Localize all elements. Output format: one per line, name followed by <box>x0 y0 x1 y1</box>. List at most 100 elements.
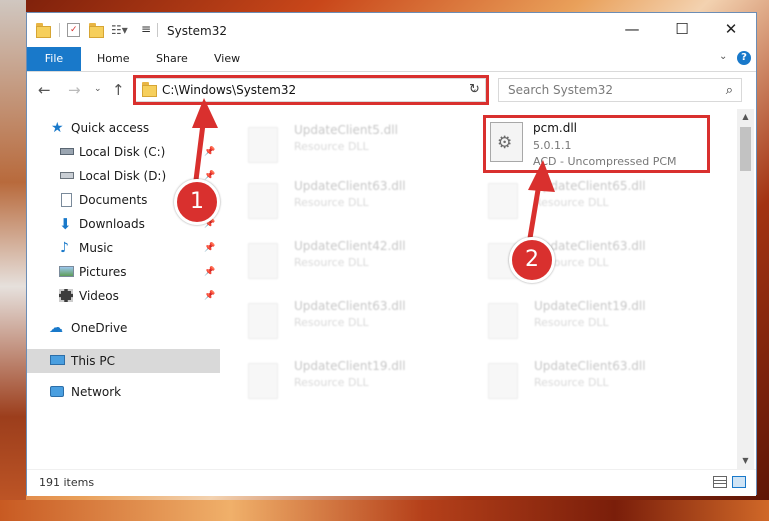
nav-item-local-disk-c[interactable]: Local Disk (C:) 📌 <box>27 141 220 163</box>
list-item[interactable]: UpdateClient63.dll Resource DLL <box>460 235 660 281</box>
scroll-thumb[interactable] <box>740 127 751 171</box>
search-placeholder: Search System32 <box>508 83 614 97</box>
title-bar: ✓ ☷▾ ≡ System32 — ☐ ✕ <box>27 13 756 47</box>
new-folder-icon[interactable] <box>89 23 104 38</box>
drive-icon <box>60 172 74 179</box>
navigation-pane: ★ Quick access Local Disk (C:) 📌 Local D… <box>27 109 220 469</box>
address-row: ← → ⌄ ↑ C:\Windows\System32 ⌄ ↻ Search S… <box>27 72 756 108</box>
nav-item-onedrive[interactable]: ☁ OneDrive <box>27 317 220 339</box>
ribbon-tabs: File Home Share View ⌄ ? <box>27 47 756 72</box>
file-name: UpdateClient65.dll <box>534 179 646 193</box>
file-type: Resource DLL <box>294 140 369 153</box>
nav-item-network[interactable]: Network <box>27 381 220 403</box>
dll-file-icon <box>488 363 518 399</box>
minimize-button[interactable]: — <box>609 13 655 45</box>
step-2-badge: 2 <box>509 237 555 283</box>
nav-label: Music <box>79 241 114 255</box>
tab-share[interactable]: Share <box>156 47 188 71</box>
desktop-background-left <box>0 0 26 521</box>
nav-label: Network <box>71 385 122 399</box>
cloud-icon: ☁ <box>49 320 63 336</box>
nav-label: Downloads <box>79 217 145 231</box>
file-type: Resource DLL <box>294 196 369 209</box>
properties-icon[interactable]: ✓ <box>67 23 80 37</box>
monitor-icon <box>50 355 65 365</box>
quick-access-dropdown-icon[interactable]: ≡ <box>141 22 151 36</box>
back-arrow-icon[interactable]: ← <box>38 81 51 99</box>
drive-icon <box>60 148 74 155</box>
list-item[interactable]: UpdateClient63.dll Resource DLL <box>220 175 420 221</box>
toolbar-divider <box>59 23 60 37</box>
title-divider <box>157 23 158 37</box>
step-1-badge: 1 <box>174 179 220 225</box>
expand-ribbon-icon[interactable]: ⌄ <box>719 51 727 62</box>
window-title: System32 <box>167 24 228 38</box>
dll-file-icon <box>488 183 518 219</box>
dll-file-icon <box>248 183 278 219</box>
file-name: UpdateClient63.dll <box>534 359 646 373</box>
forward-arrow-icon[interactable]: → <box>68 81 81 99</box>
item-count: 191 items <box>39 476 95 489</box>
scroll-down-icon[interactable]: ▼ <box>737 453 754 469</box>
dll-file-icon <box>248 127 278 163</box>
dll-file-icon <box>248 363 278 399</box>
desktop-background-bottom <box>0 500 769 521</box>
list-item[interactable]: UpdateClient42.dll Resource DLL <box>220 235 420 281</box>
nav-item-videos[interactable]: Videos 📌 <box>27 285 220 307</box>
file-type: Resource DLL <box>534 316 609 329</box>
dll-file-icon <box>488 303 518 339</box>
file-type: Resource DLL <box>294 256 369 269</box>
dll-file-icon <box>248 303 278 339</box>
nav-label: This PC <box>71 354 115 368</box>
nav-item-music[interactable]: ♪ Music 📌 <box>27 237 220 259</box>
help-icon[interactable]: ? <box>737 51 751 65</box>
nav-item-this-pc[interactable]: This PC <box>27 349 220 373</box>
search-input[interactable]: Search System32 ⌕ <box>498 78 742 102</box>
details-view-icon[interactable] <box>713 476 727 488</box>
nav-item-quick-access[interactable]: ★ Quick access <box>27 117 220 139</box>
scroll-up-icon[interactable]: ▲ <box>737 109 754 125</box>
recent-locations-icon[interactable]: ⌄ <box>94 84 102 94</box>
file-name: UpdateClient42.dll <box>294 239 406 253</box>
nav-label: Videos <box>79 289 119 303</box>
pin-icon[interactable]: 📌 <box>204 261 215 283</box>
file-type: Resource DLL <box>534 196 609 209</box>
large-icons-view-icon[interactable] <box>732 476 746 488</box>
file-name: UpdateClient63.dll <box>294 179 406 193</box>
nav-label: Local Disk (D:) <box>79 169 167 183</box>
pin-icon[interactable]: 📌 <box>204 285 215 307</box>
list-item[interactable]: UpdateClient19.dll Resource DLL <box>220 355 420 401</box>
file-name: UpdateClient19.dll <box>534 299 646 313</box>
tab-file[interactable]: File <box>27 47 81 71</box>
list-item[interactable]: UpdateClient63.dll Resource DLL <box>220 295 420 341</box>
close-button[interactable]: ✕ <box>708 13 754 45</box>
tab-view[interactable]: View <box>214 47 240 71</box>
nav-label: Documents <box>79 193 148 207</box>
file-name: UpdateClient19.dll <box>294 359 406 373</box>
nav-item-pictures[interactable]: Pictures 📌 <box>27 261 220 283</box>
vertical-scrollbar[interactable]: ▲ ▼ <box>737 109 754 469</box>
file-highlight-box <box>483 115 710 173</box>
list-item[interactable]: UpdateClient65.dll Resource DLL <box>460 175 660 221</box>
nav-label: Pictures <box>79 265 127 279</box>
explorer-window: ✓ ☷▾ ≡ System32 — ☐ ✕ File Home Share Vi… <box>26 12 757 496</box>
download-arrow-icon: ⬇ <box>59 215 72 233</box>
film-icon <box>59 289 73 302</box>
customize-toolbar-icon[interactable]: ☷▾ <box>111 23 128 37</box>
file-type: Resource DLL <box>294 316 369 329</box>
pin-icon[interactable]: 📌 <box>204 141 215 163</box>
up-arrow-icon[interactable]: ↑ <box>112 81 125 99</box>
list-item[interactable]: UpdateClient19.dll Resource DLL <box>460 295 660 341</box>
search-icon: ⌕ <box>725 83 733 98</box>
pin-icon[interactable]: 📌 <box>204 237 215 259</box>
list-item[interactable]: UpdateClient63.dll Resource DLL <box>460 355 660 401</box>
picture-icon <box>59 266 74 277</box>
tab-home[interactable]: Home <box>97 47 129 71</box>
folder-icon <box>36 23 51 38</box>
status-bar: 191 items <box>27 469 756 496</box>
maximize-button[interactable]: ☐ <box>659 13 705 45</box>
file-list: UpdateClient5.dll Resource DLL UpdateCli… <box>220 109 737 469</box>
list-item[interactable]: UpdateClient5.dll Resource DLL <box>220 119 420 165</box>
file-name: UpdateClient63.dll <box>294 299 406 313</box>
nav-label: Quick access <box>71 121 150 135</box>
